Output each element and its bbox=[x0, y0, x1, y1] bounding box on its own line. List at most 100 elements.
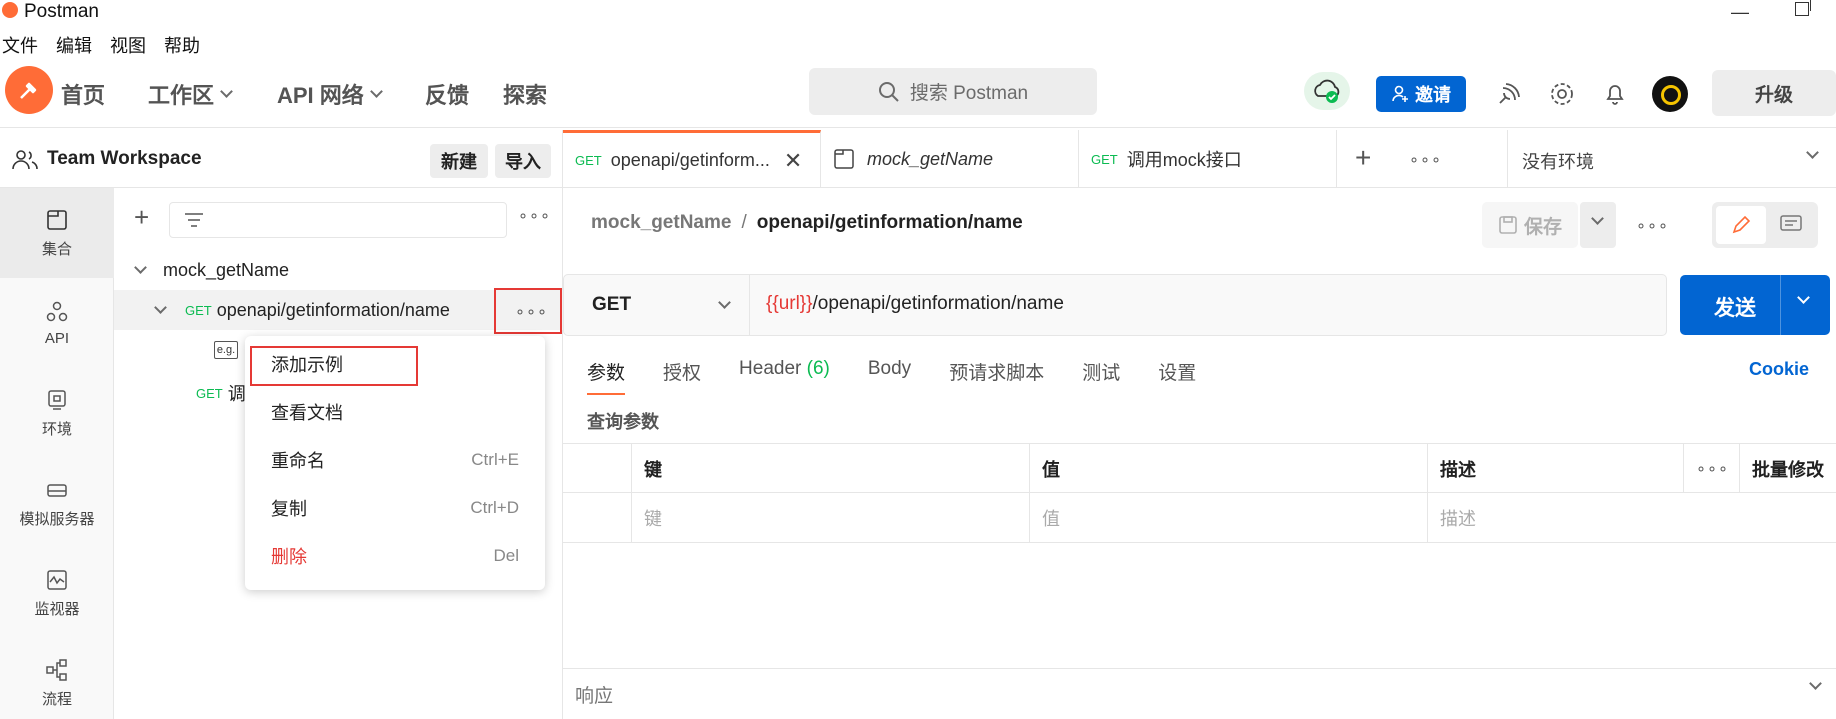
more-icon[interactable]: ∘∘∘ bbox=[1409, 150, 1442, 170]
add-tab-icon[interactable]: + bbox=[1355, 142, 1371, 174]
rail-mock-servers[interactable]: 模拟服务器 bbox=[0, 458, 114, 548]
menu-item-label: 查看文档 bbox=[271, 403, 343, 423]
nav-feedback[interactable]: 反馈 bbox=[425, 78, 469, 110]
nav-api-network[interactable]: API 网络 bbox=[277, 78, 383, 110]
team-icon bbox=[12, 150, 38, 170]
value-input[interactable]: 值 bbox=[1029, 493, 1427, 542]
tab-title: openapi/getinform... bbox=[610, 150, 770, 170]
avatar[interactable] bbox=[1652, 76, 1688, 112]
close-icon[interactable]: ✕ bbox=[784, 148, 802, 174]
send-button[interactable]: 发送 bbox=[1680, 275, 1830, 335]
window-title: Postman bbox=[24, 1, 99, 22]
request-more-button[interactable]: ∘∘∘ bbox=[494, 288, 562, 334]
save-button[interactable]: 保存 bbox=[1482, 202, 1578, 248]
query-params-title: 查询参数 bbox=[587, 412, 659, 432]
chevron-down-icon[interactable] bbox=[1797, 291, 1810, 304]
menu-item-view-docs[interactable]: 查看文档 bbox=[245, 388, 545, 436]
menu-help[interactable]: 帮助 bbox=[164, 32, 200, 56]
nav-workspaces[interactable]: 工作区 bbox=[148, 78, 233, 110]
breadcrumb-current[interactable]: openapi/getinformation/name bbox=[757, 212, 1023, 234]
minimize-icon[interactable]: — bbox=[1728, 2, 1752, 23]
collection-icon bbox=[834, 149, 854, 169]
cloud-check-icon bbox=[1314, 79, 1340, 103]
postman-logo-icon[interactable] bbox=[5, 66, 53, 114]
environment-selector[interactable]: 没有环境 bbox=[1507, 130, 1836, 188]
menu-item-delete[interactable]: 删除 Del bbox=[245, 532, 545, 580]
tab-auth[interactable]: 授权 bbox=[663, 358, 701, 385]
menu-edit[interactable]: 编辑 bbox=[56, 32, 92, 56]
tab-tests[interactable]: 测试 bbox=[1082, 358, 1120, 385]
rail-environments[interactable]: 环境 bbox=[0, 368, 114, 458]
more-icon[interactable]: ∘∘∘ bbox=[518, 206, 551, 226]
add-icon[interactable]: + bbox=[134, 202, 149, 233]
tab-body[interactable]: Body bbox=[868, 358, 911, 385]
monitor-icon bbox=[47, 569, 67, 590]
rail-label: 集合 bbox=[41, 240, 72, 258]
tab-mock[interactable]: mock_getName bbox=[821, 130, 1079, 188]
url-input[interactable]: {{url}}/openapi/getinformation/name bbox=[766, 293, 1064, 315]
method-select[interactable]: GET bbox=[564, 275, 750, 335]
invite-button[interactable]: 邀请 bbox=[1376, 76, 1466, 112]
description-input[interactable]: 描述 bbox=[1427, 493, 1836, 542]
method-badge: GET bbox=[185, 302, 212, 318]
more-icon: ∘∘∘ bbox=[515, 304, 549, 321]
tab-prescript[interactable]: 预请求脚本 bbox=[949, 358, 1044, 385]
cookie-link[interactable]: Cookie bbox=[1749, 359, 1809, 380]
chevron-down-icon bbox=[220, 84, 233, 98]
rail-collections[interactable]: 集合 bbox=[0, 188, 114, 278]
menu-view[interactable]: 视图 bbox=[110, 32, 146, 56]
tab-bar: GET openapi/getinform... ✕ mock_getName … bbox=[563, 130, 1836, 188]
tree-collection[interactable]: mock_getName bbox=[114, 250, 563, 290]
upgrade-button[interactable]: 升级 bbox=[1712, 70, 1836, 116]
menu-item-label: 删除 bbox=[271, 547, 307, 567]
import-button[interactable]: 导入 bbox=[495, 144, 551, 178]
chevron-down-icon bbox=[134, 260, 147, 274]
tab-headers[interactable]: Header (6) bbox=[739, 358, 830, 385]
shortcut: Ctrl+D bbox=[470, 498, 519, 517]
satellite-icon[interactable] bbox=[1495, 80, 1523, 108]
more-icon[interactable]: ∘∘∘ bbox=[1636, 216, 1669, 236]
rail-flows[interactable]: 流程 bbox=[0, 638, 114, 719]
chevron-down-icon[interactable] bbox=[1809, 677, 1822, 690]
breadcrumb: mock_getName / openapi/getinformation/na… bbox=[591, 212, 1023, 234]
tab-request-3[interactable]: GET 调用mock接口 bbox=[1079, 130, 1337, 188]
tab-request-1[interactable]: GET openapi/getinform... ✕ bbox=[563, 130, 821, 188]
comment-icon[interactable] bbox=[1780, 215, 1802, 235]
menu-item-rename[interactable]: 重命名 Ctrl+E bbox=[245, 436, 545, 484]
breadcrumb-parent[interactable]: mock_getName bbox=[591, 212, 731, 234]
tab-params[interactable]: 参数 bbox=[587, 358, 626, 395]
response-panel[interactable]: 响应 bbox=[563, 668, 1836, 719]
rail-label: API bbox=[44, 329, 70, 347]
more-icon[interactable]: ∘∘∘ bbox=[1683, 444, 1739, 493]
method-badge: GET bbox=[196, 385, 223, 401]
new-button[interactable]: 新建 bbox=[430, 144, 488, 178]
search-box[interactable]: 搜索 Postman bbox=[809, 68, 1097, 115]
nav-explore[interactable]: 探索 bbox=[503, 78, 547, 110]
divider bbox=[1780, 275, 1781, 335]
rail-api[interactable]: API bbox=[0, 278, 114, 368]
filter-icon bbox=[185, 213, 203, 227]
save-dropdown[interactable] bbox=[1580, 202, 1616, 248]
breadcrumb-separator: / bbox=[741, 212, 747, 233]
tab-settings[interactable]: 设置 bbox=[1158, 358, 1196, 385]
collection-name: mock_getName bbox=[163, 259, 290, 280]
bulk-edit-button[interactable]: 批量修改 bbox=[1739, 444, 1836, 493]
tab-title: mock_getName bbox=[867, 148, 994, 169]
sync-status-button[interactable] bbox=[1304, 72, 1350, 110]
key-input[interactable]: 键 bbox=[631, 493, 1029, 542]
restore-icon[interactable] bbox=[1795, 0, 1811, 16]
nav-home[interactable]: 首页 bbox=[61, 78, 105, 110]
shortcut: Del bbox=[493, 546, 519, 565]
rail-monitors[interactable]: 监视器 bbox=[0, 548, 114, 638]
menu-file[interactable]: 文件 bbox=[2, 32, 38, 56]
menu-item-duplicate[interactable]: 复制 Ctrl+D bbox=[245, 484, 545, 532]
invite-label: 邀请 bbox=[1415, 85, 1451, 105]
gear-icon[interactable] bbox=[1548, 80, 1576, 108]
method-label: GET bbox=[592, 294, 632, 315]
tab-title: 调用mock接口 bbox=[1126, 150, 1242, 170]
menu-item-label: 复制 bbox=[271, 499, 307, 519]
filter-input[interactable] bbox=[169, 202, 507, 238]
send-label: 发送 bbox=[1714, 297, 1756, 320]
bell-icon[interactable] bbox=[1601, 80, 1629, 108]
edit-mode-button[interactable] bbox=[1716, 206, 1766, 244]
